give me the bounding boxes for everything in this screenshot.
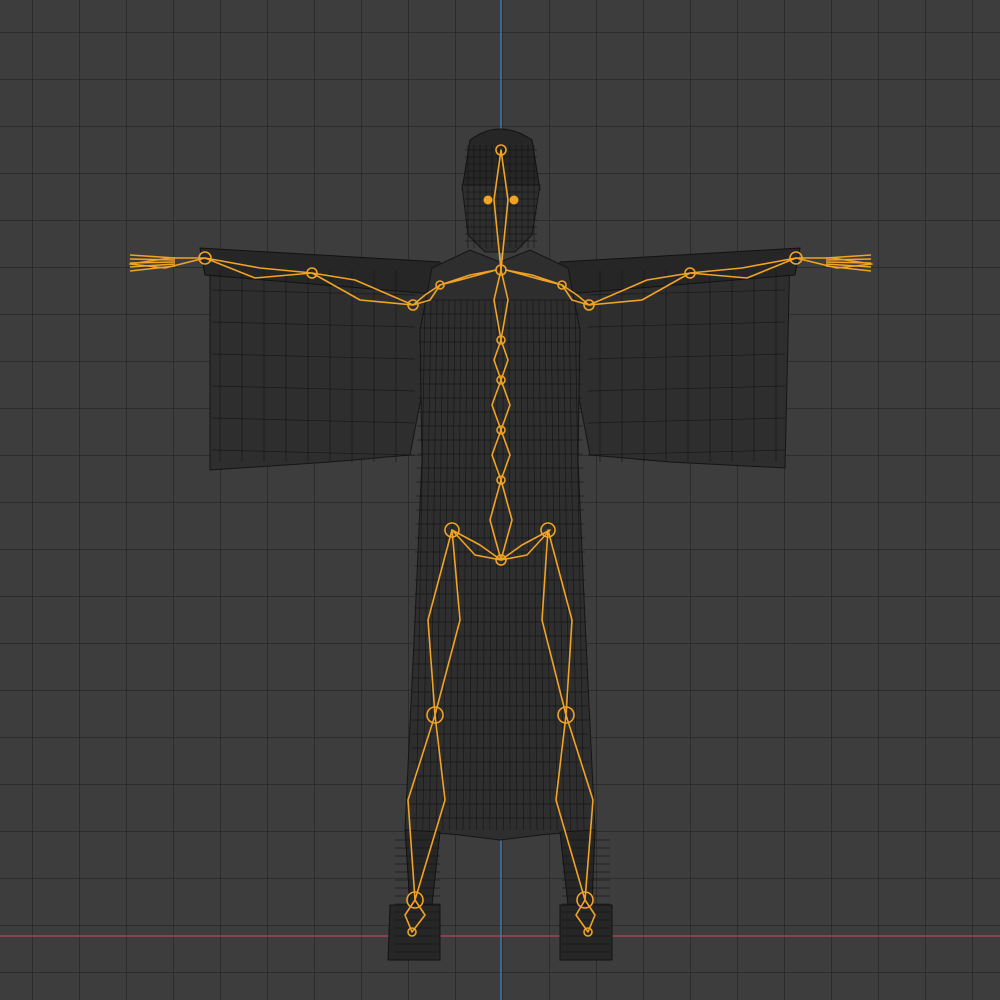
bone-finger[interactable] <box>129 261 176 264</box>
bone-finger[interactable] <box>825 254 872 259</box>
bone-finger[interactable] <box>825 258 872 261</box>
bone-finger[interactable] <box>129 258 176 261</box>
bone-finger[interactable] <box>825 261 872 264</box>
bone-finger[interactable] <box>129 254 176 259</box>
right-eye-marker <box>509 195 519 205</box>
left-eye-marker <box>483 195 493 205</box>
3d-viewport[interactable] <box>0 0 1000 1000</box>
scene-canvas[interactable] <box>0 0 1000 1000</box>
